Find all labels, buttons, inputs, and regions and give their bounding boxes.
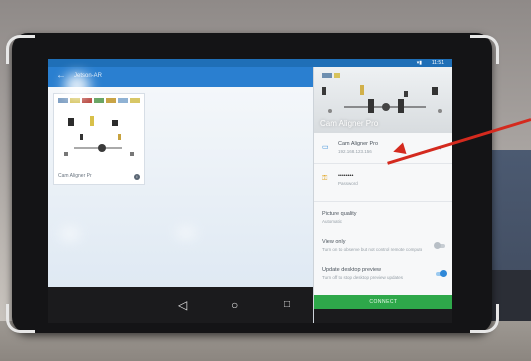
computer-name: Cam Aligner Pr	[58, 173, 92, 179]
stand-clip-top-right	[470, 35, 499, 64]
triangle-back-icon[interactable]: ◁	[178, 298, 187, 312]
connection-panel: Cam Aligner Pro ▭ Cam Aligner Pro 192.16…	[313, 67, 452, 323]
tablet-screen: ▾▮ 11:51 ← Jetson-AR Cam Aligner Pr i ◁ …	[48, 59, 452, 323]
preview-toolbar	[58, 98, 140, 103]
info-icon[interactable]: i	[134, 174, 140, 180]
connect-button[interactable]: CONNECT	[314, 295, 452, 309]
computer-list: Cam Aligner Pr i	[48, 73, 313, 287]
view-only-description: Turn on to observe but not control remot…	[322, 247, 422, 252]
divider	[314, 201, 452, 202]
light-glare	[64, 73, 90, 99]
update-preview-row[interactable]: Update desktop preview Turn off to stop …	[314, 263, 452, 287]
desktop-preview-image	[64, 116, 134, 156]
view-only-label: View only	[322, 239, 346, 245]
toggle-knob	[440, 270, 447, 277]
light-glare	[176, 227, 196, 239]
device-address: 192.168.123.156	[338, 149, 372, 154]
picture-quality-value: Automatic	[322, 219, 343, 224]
password-label: Password	[338, 181, 358, 186]
password-field[interactable]: ••••••••	[338, 173, 353, 179]
key-icon: ⚿	[322, 175, 328, 182]
light-glare	[60, 227, 80, 241]
status-bar: ▾▮ 11:51	[48, 59, 452, 67]
computer-card[interactable]: Cam Aligner Pr i	[53, 93, 145, 185]
password-row[interactable]: ⚿ •••••••• Password	[314, 169, 452, 193]
hero-title: Cam Aligner Pro	[320, 119, 379, 128]
android-navigation-bar: ◁ ○ □	[48, 287, 313, 323]
picture-quality-row[interactable]: Picture quality Automatic	[314, 207, 452, 231]
photo-scene: ▾▮ 11:51 ← Jetson-AR Cam Aligner Pr i ◁ …	[0, 0, 531, 361]
circle-home-icon[interactable]: ○	[231, 298, 238, 312]
remote-preview-header: Cam Aligner Pro	[314, 67, 452, 133]
stand-clip-top-left	[6, 35, 35, 64]
update-preview-toggle[interactable]	[436, 270, 447, 277]
view-only-row[interactable]: View only Turn on to observe but not con…	[314, 235, 452, 259]
stand-clip-bottom-right	[470, 304, 499, 333]
signal-icon: ▾▮	[416, 60, 422, 66]
update-preview-label: Update desktop preview	[322, 267, 382, 273]
view-only-toggle[interactable]	[434, 242, 445, 249]
navigation-bar-strip	[314, 309, 452, 323]
update-preview-description: Turn off to stop desktop preview updates	[322, 275, 404, 280]
monitor-icon: ▭	[322, 144, 329, 151]
square-recents-icon[interactable]: □	[284, 299, 290, 310]
status-time: 11:51	[431, 60, 444, 66]
divider	[314, 163, 452, 164]
toggle-knob	[434, 242, 441, 249]
picture-quality-label: Picture quality	[322, 211, 357, 217]
device-name: Cam Aligner Pro	[338, 141, 379, 147]
stand-clip-bottom-left	[6, 304, 35, 333]
